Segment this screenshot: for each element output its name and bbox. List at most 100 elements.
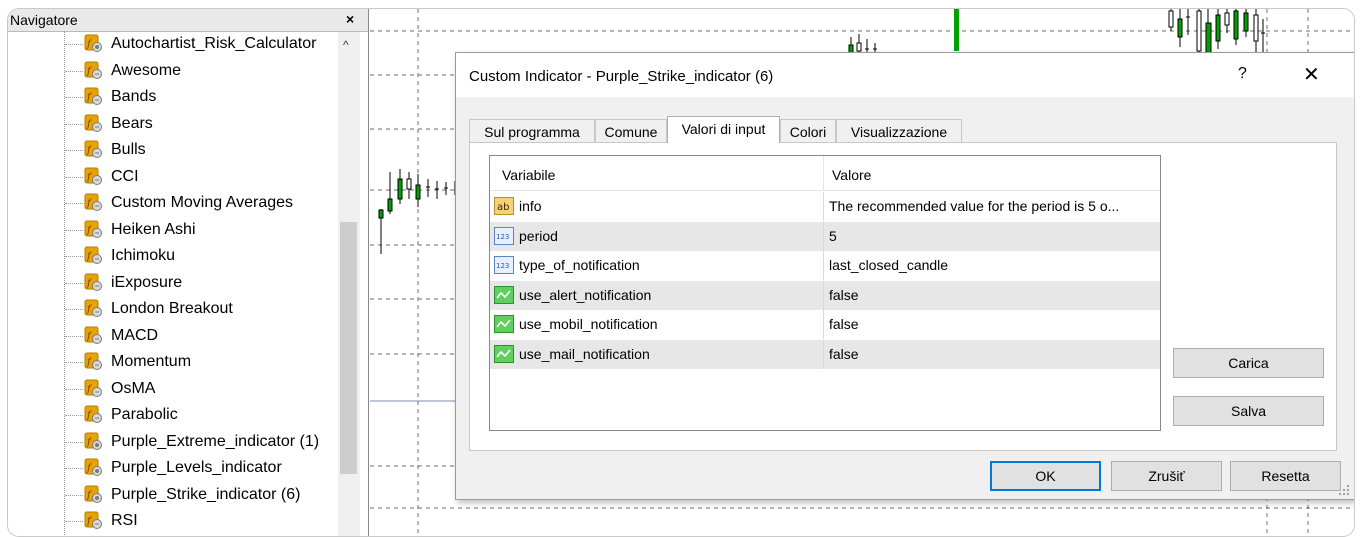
cancel-button[interactable]: Zrušiť: [1111, 461, 1222, 491]
table-row[interactable]: use_mobil_notification false: [490, 310, 1160, 341]
parameter-value[interactable]: false: [829, 346, 1159, 362]
navigator-item[interactable]: f Bands: [8, 84, 338, 110]
navigator-item-label: Parabolic: [111, 406, 178, 423]
navigator-item[interactable]: f Bears: [8, 111, 338, 137]
app-window: Navigatore × f Autochartist_Risk_Calculat…: [7, 8, 1355, 537]
tab-visualizzazione[interactable]: Visualizzazione: [836, 119, 962, 142]
parameter-value[interactable]: false: [829, 287, 1159, 303]
table-row[interactable]: use_mail_notification false: [490, 340, 1160, 370]
load-button[interactable]: Carica: [1173, 348, 1324, 378]
navigator-item[interactable]: f iExposure: [8, 270, 338, 296]
navigator-header: Navigatore ×: [8, 9, 368, 32]
parameter-value[interactable]: last_closed_candle: [829, 257, 1159, 273]
tree-connector: [65, 70, 83, 72]
navigator-item-label: London Breakout: [111, 300, 233, 317]
table-row[interactable]: 123 period 5: [490, 221, 1160, 252]
boolean-type-icon: [494, 345, 514, 363]
navigator-item[interactable]: f Ichimoku: [8, 243, 338, 269]
scrollbar-thumb[interactable]: [340, 222, 357, 474]
navigator-item[interactable]: f Awesome: [8, 58, 338, 84]
indicator-icon: f: [84, 273, 102, 291]
parameter-value[interactable]: false: [829, 316, 1159, 332]
indicator-icon: f: [84, 326, 102, 344]
navigator-item[interactable]: f RSI: [8, 508, 338, 534]
close-icon[interactable]: ✕: [1303, 62, 1320, 87]
indicator-icon: f: [84, 193, 102, 211]
tree-connector: [65, 123, 83, 125]
navigator-item-label: iExposure: [111, 273, 183, 291]
tree-connector: [65, 521, 83, 522]
scroll-up-arrow-icon[interactable]: ^: [343, 38, 349, 52]
custom-indicator-dialog: Custom Indicator - Purple_Strike_indicat…: [455, 52, 1354, 500]
indicator-icon: f: [84, 61, 102, 79]
navigator-item[interactable]: f Purple_Strike_indicator (6): [8, 482, 338, 508]
column-header-variable[interactable]: Variabile: [502, 167, 555, 183]
table-header: Variabile Valore: [490, 156, 1160, 191]
ok-button[interactable]: OK: [990, 461, 1101, 491]
navigator-item[interactable]: f Heiken Ashi: [8, 217, 338, 243]
indicator-icon: f: [84, 246, 102, 264]
tab-colori[interactable]: Colori: [780, 119, 836, 142]
navigator-item-label: Bears: [111, 114, 153, 132]
navigator-item[interactable]: f Purple_Extreme_indicator (1): [8, 429, 338, 455]
input-parameters-table[interactable]: Variabile Valore ab info The recommended v…: [489, 155, 1161, 431]
navigator-item[interactable]: f Autochartist_Risk_Calculator: [8, 31, 338, 57]
navigator-item[interactable]: f MACD: [8, 323, 338, 349]
input-values-panel: Variabile Valore ab info The recommended v…: [469, 142, 1337, 451]
tab-sul-programma[interactable]: Sul programma: [469, 119, 595, 142]
navigator-item[interactable]: f CCI: [8, 164, 338, 190]
cell-divider: [823, 280, 824, 310]
indicator-icon: f: [84, 220, 102, 238]
custom-indicator-icon: f: [84, 34, 102, 52]
table-row[interactable]: use_alert_notification false: [490, 280, 1160, 311]
navigator-item[interactable]: f Momentum: [8, 349, 338, 375]
column-divider[interactable]: [823, 156, 824, 190]
indicator-icon: f: [84, 299, 102, 317]
integer-type-icon: 123: [494, 256, 514, 275]
tree-connector: [65, 468, 83, 469]
tab-valori-di-input[interactable]: Valori di input: [667, 116, 780, 143]
navigator-item-label: Purple_Extreme_indicator (1): [111, 432, 320, 450]
reset-button[interactable]: Resetta: [1230, 461, 1341, 491]
tree-connector: [65, 362, 83, 363]
indicator-icon: f: [84, 140, 102, 158]
save-button[interactable]: Salva: [1173, 396, 1324, 426]
parameter-name: use_mobil_notification: [519, 316, 658, 333]
parameter-name: period: [519, 227, 558, 244]
navigator-item-label: Awesome: [111, 61, 181, 79]
column-header-value[interactable]: Valore: [832, 167, 871, 183]
table-row[interactable]: ab info The recommended value for the peri…: [490, 192, 1160, 222]
tree-connector: [65, 176, 83, 178]
navigator-item[interactable]: f Purple_Levels_indicator: [8, 455, 338, 481]
parameter-value[interactable]: The recommended value for the period is …: [829, 198, 1159, 214]
navigator-scrollbar[interactable]: ^: [338, 32, 360, 536]
navigator-close-button[interactable]: ×: [346, 11, 354, 27]
tree-connector: [65, 415, 83, 416]
navigator-item[interactable]: f Bulls: [8, 137, 338, 163]
indicator-icon: f: [84, 87, 102, 105]
dialog-titlebar[interactable]: Custom Indicator - Purple_Strike_indicat…: [456, 53, 1354, 97]
help-button[interactable]: ?: [1238, 65, 1247, 83]
resize-grip-icon[interactable]: [1339, 485, 1351, 497]
dialog-title: Custom Indicator - Purple_Strike_indicat…: [469, 68, 774, 85]
navigator-item[interactable]: f Custom Moving Averages: [8, 190, 338, 216]
custom-indicator-icon: f: [84, 432, 102, 450]
parameter-name: use_mail_notification: [519, 346, 650, 362]
string-type-icon: ab: [494, 197, 514, 215]
table-row[interactable]: 123 type_of_notification last_closed_candl…: [490, 251, 1160, 282]
navigator-item-label: Momentum: [111, 353, 192, 370]
custom-indicator-icon: f: [84, 458, 102, 476]
navigator-item-label: Purple_Strike_indicator (6): [111, 485, 301, 503]
svg-text:123: 123: [496, 262, 509, 270]
parameter-value[interactable]: 5: [829, 228, 1159, 244]
tree-connector: [65, 388, 83, 390]
indicator-icon: f: [84, 405, 102, 423]
navigator-item[interactable]: f London Breakout: [8, 296, 338, 322]
navigator-item[interactable]: f OsMA: [8, 376, 338, 402]
navigator-item-label: RSI: [111, 512, 138, 529]
navigator-item[interactable]: f Parabolic: [8, 402, 338, 428]
navigator-title: Navigatore: [10, 12, 78, 28]
tab-comune[interactable]: Comune: [595, 119, 667, 142]
tree-connector: [65, 203, 83, 204]
indicator-icon: f: [84, 167, 102, 185]
